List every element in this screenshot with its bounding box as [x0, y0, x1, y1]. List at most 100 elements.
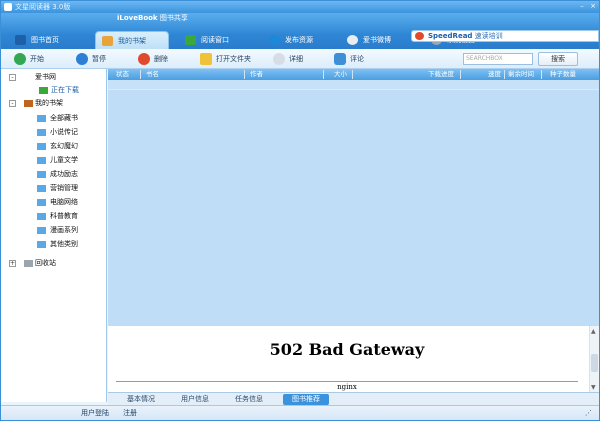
column-header[interactable]: 速度	[488, 69, 501, 80]
column-header[interactable]: 状态	[116, 69, 129, 80]
speedread-link[interactable]: SpeedRead 速读培训	[411, 30, 599, 42]
tab-label: 阅读窗口	[201, 36, 229, 44]
collapse-toggle[interactable]: -	[9, 74, 16, 81]
shelf-item[interactable]: 成功励志	[37, 168, 78, 181]
trash-icon	[24, 260, 33, 267]
table-row[interactable]	[108, 80, 599, 90]
tab-reading-window[interactable]: 阅读窗口	[179, 31, 229, 49]
column-header[interactable]: 剩余时间	[508, 69, 534, 80]
login-link[interactable]: 用户登陆	[81, 408, 109, 418]
scroll-up-icon[interactable]: ▲	[591, 328, 596, 335]
search-input[interactable]: SEARCHBOX	[463, 53, 533, 65]
comment-label: 评论	[350, 55, 364, 63]
shelf-item[interactable]: 营销管理	[37, 182, 78, 195]
comment-icon	[334, 53, 346, 65]
tree-love-book[interactable]: - 爱书网	[9, 71, 56, 84]
folder-icon	[37, 157, 46, 164]
speedread-text: 速读培训	[474, 32, 503, 40]
minimize-button[interactable]: –	[577, 2, 587, 11]
folder-icon	[37, 143, 46, 150]
folder-icon	[37, 115, 46, 122]
tab-my-shelf[interactable]: 我的书架	[95, 31, 169, 49]
tab-book-recommend[interactable]: 图书推荐	[283, 394, 329, 405]
detail-label: 详细	[289, 55, 303, 63]
table-header: 状态 书名 作者 大小 下载进度 速度 剩余时间 种子数量	[108, 69, 599, 80]
shelf-item[interactable]: 儿童文学	[37, 154, 78, 167]
delete-label: 删除	[154, 55, 168, 63]
shelf-item[interactable]: 小说传记	[37, 126, 78, 139]
speedread-name: SpeedRead	[428, 32, 473, 40]
column-header[interactable]: 书名	[146, 69, 159, 80]
tab-weibo[interactable]: 爱书微博	[341, 31, 391, 49]
embedded-browser[interactable]: 502 Bad Gateway nginx ▲ ▼	[108, 325, 599, 393]
tree-recycle[interactable]: + 回收站	[9, 257, 56, 270]
folder-icon	[37, 199, 46, 206]
open-folder-button[interactable]: 打开文件夹	[199, 52, 251, 66]
weibo-icon	[347, 35, 358, 45]
folder-icon	[37, 185, 46, 192]
tab-task-info[interactable]: 任务信息	[226, 394, 272, 405]
shelf-icon	[102, 36, 113, 46]
tree-my-shelf[interactable]: - 我的书架	[9, 97, 63, 110]
divider	[116, 381, 578, 382]
download-list[interactable]: 状态 书名 作者 大小 下载进度 速度 剩余时间 种子数量	[108, 69, 599, 325]
collapse-toggle[interactable]: -	[9, 100, 16, 107]
bottom-tab-bar: 基本情况 用户信息 任务信息 图书推荐	[108, 392, 599, 405]
shelf-item[interactable]: 漫画系列	[37, 224, 78, 237]
open-book-icon	[185, 35, 196, 45]
column-header[interactable]: 下载进度	[428, 69, 454, 80]
status-bar: 用户登陆 注册 ⋰	[1, 405, 599, 420]
error-heading: 502 Bad Gateway	[269, 340, 425, 359]
download-arrow-icon	[39, 87, 48, 94]
detail-button[interactable]: 详细	[272, 52, 303, 66]
folder-icon	[37, 129, 46, 136]
play-icon	[14, 53, 26, 65]
magnifier-icon	[273, 53, 285, 65]
expand-toggle[interactable]: +	[9, 260, 16, 267]
title-bar: 文星阅读器 3.0版 – ×	[1, 1, 599, 13]
pause-button[interactable]: 暂停	[75, 52, 106, 66]
toolbar: 开始 暂停 删除 打开文件夹 详细 评论 SEARCHBOX 搜索	[1, 49, 599, 69]
tree-downloading[interactable]: 正在下载	[39, 84, 79, 97]
vertical-scrollbar[interactable]: ▲ ▼	[589, 326, 599, 393]
open-folder-label: 打开文件夹	[216, 55, 251, 63]
search-button[interactable]: 搜索	[538, 52, 578, 66]
tab-basic[interactable]: 基本情况	[118, 394, 164, 405]
brand-suffix: 图书共享	[159, 14, 188, 22]
tab-user-info[interactable]: 用户信息	[172, 394, 218, 405]
column-header[interactable]: 大小	[334, 69, 347, 80]
sidebar-tree: - 爱书网 正在下载 - 我的书架 全部藏书 小说传记 玄幻魔幻 儿童文学 成功…	[1, 69, 107, 402]
speedread-icon	[415, 32, 424, 40]
book-icon	[15, 35, 26, 45]
tab-publish[interactable]: 发布资源	[263, 31, 313, 49]
delete-icon	[138, 53, 150, 65]
app-icon	[4, 3, 12, 11]
tab-book-home[interactable]: 图书首页	[9, 31, 59, 49]
start-button[interactable]: 开始	[13, 52, 44, 66]
comment-button[interactable]: 评论	[333, 52, 364, 66]
register-link[interactable]: 注册	[123, 408, 137, 418]
resize-grip-icon[interactable]: ⋰	[585, 408, 595, 418]
globe-icon	[269, 35, 280, 45]
shelf-item[interactable]: 全部藏书	[37, 112, 78, 125]
column-header[interactable]: 作者	[250, 69, 263, 80]
tab-label: 我的书架	[118, 37, 146, 45]
shelf-item[interactable]: 科普教育	[37, 210, 78, 223]
close-button[interactable]: ×	[588, 2, 598, 11]
column-header[interactable]: 种子数量	[550, 69, 576, 80]
folder-icon	[37, 241, 46, 248]
delete-button[interactable]: 删除	[137, 52, 168, 66]
folder-icon	[37, 227, 46, 234]
scroll-thumb[interactable]	[591, 354, 598, 372]
shelf-item[interactable]: 电脑网络	[37, 196, 78, 209]
brand-name: iLoveBook	[117, 14, 158, 22]
shelf-item[interactable]: 其他类别	[37, 238, 78, 251]
brand-label: iLoveBook 图书共享	[117, 13, 188, 23]
tab-label: 发布资源	[285, 36, 313, 44]
shelf-item[interactable]: 玄幻魔幻	[37, 140, 78, 153]
tab-label: 爱书微博	[363, 36, 391, 44]
error-server: nginx	[337, 383, 357, 391]
folder-icon	[37, 213, 46, 220]
scroll-down-icon[interactable]: ▼	[591, 384, 596, 391]
start-label: 开始	[30, 55, 44, 63]
